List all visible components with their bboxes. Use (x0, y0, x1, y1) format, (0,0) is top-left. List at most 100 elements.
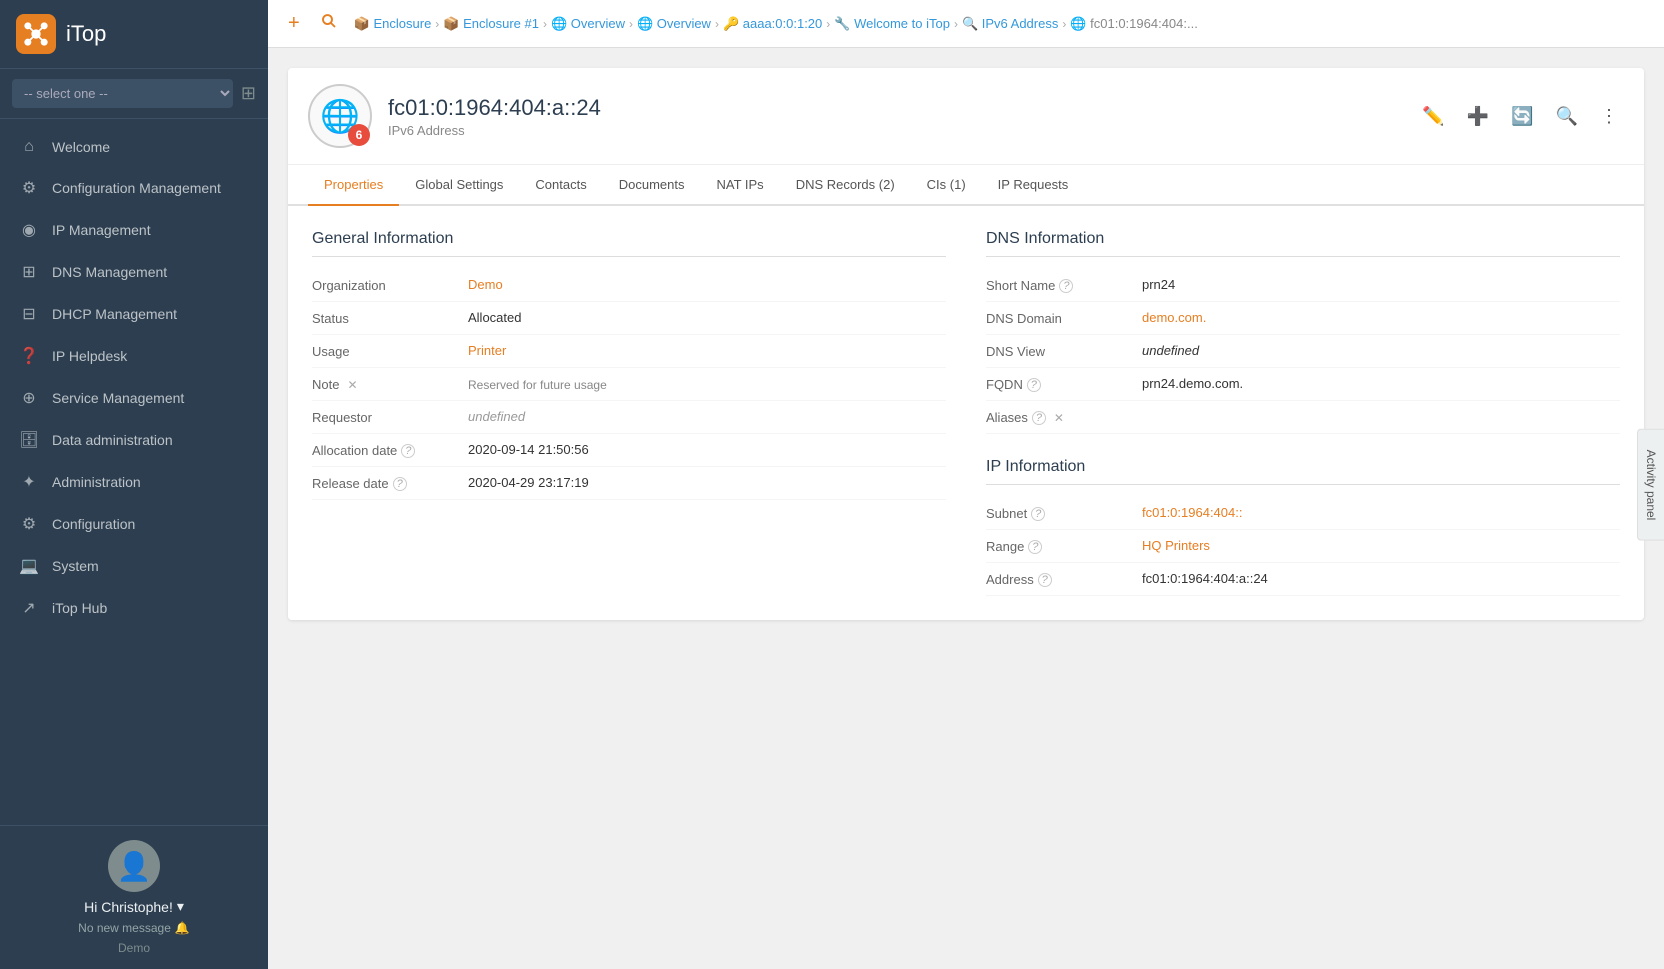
welcome-icon: ⌂ (18, 138, 40, 156)
bc-overview1[interactable]: 🌐 Overview (551, 16, 625, 32)
sidebar-item-administration[interactable]: ✦Administration (0, 461, 268, 503)
bc-enclosure[interactable]: 📦 Enclosure (354, 16, 432, 32)
sidebar-item-ip-management[interactable]: ◉ IP Management (0, 209, 268, 251)
logo-area: iTop (0, 0, 268, 69)
value-range[interactable]: HQ Printers (1142, 538, 1620, 553)
sidebar-item-label: Administration (52, 474, 141, 490)
add-button[interactable]: + (284, 8, 304, 39)
note-edit-icon[interactable]: ✕ (347, 378, 357, 392)
bc-ipv6[interactable]: 🔍 IPv6 Address (962, 16, 1058, 32)
refresh-button[interactable]: 🔄 (1505, 102, 1539, 131)
org-selector[interactable]: -- select one -- (12, 79, 233, 108)
label-requestor: Requestor (312, 409, 452, 425)
general-info-section: General Information Organization Demo St… (312, 230, 946, 596)
sidebar-item-system[interactable]: 💻System (0, 545, 268, 587)
sidebar-item-label: IP Management (52, 222, 151, 238)
allocation-date-help: ? (401, 444, 415, 458)
range-help: ? (1028, 540, 1042, 554)
sidebar-item-data-administration[interactable]: 🗄Data administration (0, 419, 268, 461)
label-aliases: Aliases ? ✕ (986, 409, 1126, 425)
sidebar-item-configuration[interactable]: ⚙ Configuration (0, 503, 268, 545)
field-allocation-date: Allocation date ? 2020-09-14 21:50:56 (312, 434, 946, 467)
user-name[interactable]: Hi Christophe! ▾ (84, 898, 184, 915)
value-short-name: prn24 (1142, 277, 1620, 292)
label-subnet: Subnet ? (986, 505, 1126, 521)
nav-list: ⌂Welcome ⚙ Configuration Management ◉ IP Man… (0, 119, 268, 825)
value-dns-view: undefined (1142, 343, 1620, 358)
create-button[interactable]: ➕ (1461, 102, 1495, 131)
sidebar-item-welcome[interactable]: ⌂Welcome (0, 127, 268, 167)
sidebar-item-label: Configuration (52, 516, 135, 532)
field-range: Range ? HQ Printers (986, 530, 1620, 563)
topbar: + 📦 Enclosure › 📦 Enclosure #1 › 🌐 Overv… (268, 0, 1664, 48)
aliases-help: ? (1032, 411, 1046, 425)
sidebar-item-configuration-management[interactable]: ⚙ Configuration Management (0, 167, 268, 209)
bc-overview2[interactable]: 🌐 Overview (637, 16, 711, 32)
label-note: Note ✕ (312, 376, 452, 392)
tab-cis[interactable]: CIs (1) (911, 165, 982, 206)
search-button[interactable] (316, 8, 342, 40)
subnet-help: ? (1031, 507, 1045, 521)
sidebar-item-itop-hub[interactable]: ↗iTop Hub (0, 587, 268, 629)
record-title: fc01:0:1964:404:a::24 (388, 95, 601, 121)
value-address: fc01:0:1964:404:a::24 (1142, 571, 1620, 586)
data-administration-icon: 🗄 (18, 430, 40, 450)
bc-welcome[interactable]: 🔧 Welcome to iTop (834, 16, 950, 32)
selector-row[interactable]: -- select one -- ⊞ (0, 69, 268, 119)
field-aliases: Aliases ? ✕ (986, 401, 1620, 434)
content-area: 🌐 6 fc01:0:1964:404:a::24 IPv6 Address ✏… (268, 48, 1664, 969)
more-button[interactable]: ⋮ (1594, 102, 1624, 131)
general-info-title: General Information (312, 230, 946, 257)
release-date-help: ? (393, 477, 407, 491)
sidebar-item-label: iTop Hub (52, 600, 107, 616)
label-fqdn: FQDN ? (986, 376, 1126, 392)
record-badge: 6 (348, 124, 370, 146)
record-subtitle: IPv6 Address (388, 123, 601, 138)
tab-ip-requests[interactable]: IP Requests (982, 165, 1085, 206)
tab-properties[interactable]: Properties (308, 165, 399, 206)
value-usage[interactable]: Printer (468, 343, 946, 358)
service-management-icon: ⊕ (18, 388, 40, 408)
label-address: Address ? (986, 571, 1126, 587)
note-content: Reserved for future usage (468, 376, 607, 392)
card-header: 🌐 6 fc01:0:1964:404:a::24 IPv6 Address ✏… (288, 68, 1644, 165)
breadcrumb: 📦 Enclosure › 📦 Enclosure #1 › 🌐 Overvie… (354, 16, 1198, 32)
card-actions: ✏️ ➕ 🔄 🔍 ⋮ (1416, 102, 1624, 131)
right-info-section: DNS Information Short Name ? prn24 DNS D… (986, 230, 1620, 596)
aliases-clear-icon[interactable]: ✕ (1054, 411, 1064, 425)
sidebar-item-label: DNS Management (52, 264, 167, 280)
sidebar-item-service-management[interactable]: ⊕ Service Management (0, 377, 268, 419)
value-fqdn: prn24.demo.com. (1142, 376, 1620, 391)
bc-enclosure1[interactable]: 📦 Enclosure #1 (443, 16, 539, 32)
sidebar-item-ip-helpdesk[interactable]: ❓ IP Helpdesk (0, 335, 268, 377)
record-title-area: fc01:0:1964:404:a::24 IPv6 Address (388, 95, 601, 138)
bc-ipv6addr1[interactable]: 🔑 aaaa:0:0:1:20 (723, 16, 822, 32)
tab-contacts[interactable]: Contacts (519, 165, 602, 206)
sidebar-footer: 👤 Hi Christophe! ▾ No new message 🔔 Demo (0, 825, 268, 969)
value-dns-domain[interactable]: demo.com. (1142, 310, 1620, 325)
edit-button[interactable]: ✏️ (1416, 102, 1450, 131)
ip-management-icon: ◉ (18, 220, 40, 240)
value-organization[interactable]: Demo (468, 277, 946, 292)
value-status: Allocated (468, 310, 946, 325)
sidebar-item-dhcp-management[interactable]: ⊟DHCP Management (0, 293, 268, 335)
sidebar-item-label: IP Helpdesk (52, 348, 127, 364)
configuration-icon: ⚙ (18, 514, 40, 534)
field-requestor: Requestor undefined (312, 401, 946, 434)
no-message-label: No new message 🔔 (78, 921, 190, 935)
sidebar-item-label: Configuration Management (52, 180, 221, 196)
record-icon: 🌐 6 (308, 84, 372, 148)
configuration-management-icon: ⚙ (18, 178, 40, 198)
search-record-button[interactable]: 🔍 (1550, 102, 1584, 131)
tab-dns-records[interactable]: DNS Records (2) (780, 165, 911, 206)
field-note: Note ✕ Reserved for future usage (312, 368, 946, 401)
tab-global-settings[interactable]: Global Settings (399, 165, 519, 206)
ip-helpdesk-icon: ❓ (18, 346, 40, 366)
tab-documents[interactable]: Documents (603, 165, 701, 206)
value-subnet[interactable]: fc01:0:1964:404:: (1142, 505, 1620, 520)
bell-icon: 🔔 (175, 921, 190, 935)
tab-nat-ips[interactable]: NAT IPs (700, 165, 779, 206)
activity-panel-toggle[interactable]: Activity panel (1637, 428, 1664, 541)
sidebar-item-label: Service Management (52, 390, 184, 406)
sidebar-item-dns-management[interactable]: ⊞DNS Management (0, 251, 268, 293)
